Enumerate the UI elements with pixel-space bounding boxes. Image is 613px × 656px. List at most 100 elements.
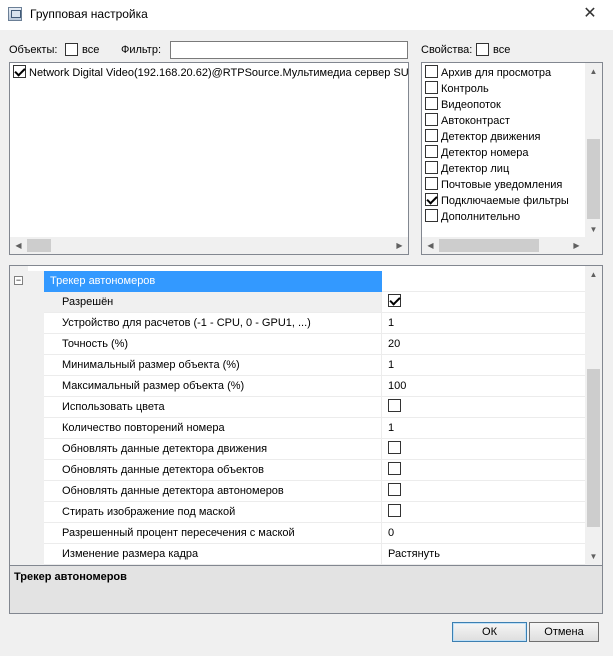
scroll-corner xyxy=(585,237,602,254)
grid-property-value[interactable]: 20 xyxy=(382,334,585,355)
grid-property-value[interactable] xyxy=(382,460,585,481)
scroll-up-arrow-icon[interactable]: ▲ xyxy=(585,266,602,283)
property-item-label: Автоконтраст xyxy=(441,115,510,127)
property-item-label: Детектор движения xyxy=(441,131,541,143)
grid-property-value[interactable]: 1 xyxy=(382,313,585,334)
grid-property-row[interactable]: Точность (%) 20 xyxy=(28,334,585,355)
grid-value-checkbox[interactable] xyxy=(388,462,401,475)
grid-property-value[interactable] xyxy=(382,439,585,460)
grid-property-row[interactable]: Обновлять данные детектора объектов xyxy=(28,460,585,481)
objects-horizontal-scrollbar[interactable]: ◀ ▶ xyxy=(10,237,408,254)
scrollbar-thumb[interactable] xyxy=(27,239,51,252)
grid-property-value[interactable]: 1 xyxy=(382,418,585,439)
property-item-checkbox[interactable] xyxy=(425,129,438,142)
grid-value-checkbox[interactable] xyxy=(388,483,401,496)
property-list-item[interactable]: Контроль xyxy=(425,81,489,97)
property-item-checkbox[interactable] xyxy=(425,65,438,78)
properties-horizontal-scrollbar[interactable]: ◀ ▶ xyxy=(422,237,585,254)
property-list-item[interactable]: Детектор номера xyxy=(425,145,528,161)
property-item-checkbox[interactable] xyxy=(425,145,438,158)
grid-property-value[interactable]: 1 xyxy=(382,355,585,376)
close-button[interactable]: ✕ xyxy=(567,0,613,30)
ok-button[interactable]: ОК xyxy=(452,622,527,642)
grid-property-value[interactable] xyxy=(382,502,585,523)
filter-input[interactable] xyxy=(170,41,408,59)
grid-property-row[interactable]: Разрешенный процент пересечения с маской… xyxy=(28,523,585,544)
grid-property-name: Обновлять данные детектора движения xyxy=(44,439,382,460)
grid-property-value[interactable]: 0 xyxy=(382,523,585,544)
property-item-label: Детектор лиц xyxy=(441,163,510,175)
property-list-item[interactable]: Дополнительно xyxy=(425,209,520,225)
grid-value-checkbox[interactable] xyxy=(388,441,401,454)
grid-property-row[interactable]: Максимальный размер объекта (%) 100 xyxy=(28,376,585,397)
grid-property-row[interactable]: Обновлять данные детектора автономеров xyxy=(28,481,585,502)
property-item-label: Детектор номера xyxy=(441,147,529,159)
grid-property-row[interactable]: Устройство для расчетов (-1 - CPU, 0 - G… xyxy=(28,313,585,334)
property-list-item[interactable]: Подключаемые фильтры xyxy=(425,193,569,209)
grid-property-row[interactable]: Использовать цвета xyxy=(28,397,585,418)
checkbox-box[interactable] xyxy=(476,43,489,56)
grid-value-checkbox[interactable] xyxy=(388,399,401,412)
scroll-down-arrow-icon[interactable]: ▼ xyxy=(585,548,602,565)
property-list-item[interactable]: Детектор лиц xyxy=(425,161,509,177)
grid-vertical-scrollbar[interactable]: ▲ ▼ xyxy=(585,266,602,565)
grid-property-row[interactable]: Стирать изображение под маской xyxy=(28,502,585,523)
cancel-button[interactable]: Отмена xyxy=(529,622,599,642)
grid-property-row[interactable]: Количество повторений номера 1 xyxy=(28,418,585,439)
description-title: Трекер автономеров xyxy=(14,571,127,583)
grid-property-row[interactable]: Разрешён xyxy=(28,292,585,313)
properties-all-label: все xyxy=(493,44,511,56)
grid-property-name: Обновлять данные детектора объектов xyxy=(44,460,382,481)
properties-vertical-scrollbar[interactable]: ▲ ▼ xyxy=(585,63,602,238)
scroll-down-arrow-icon[interactable]: ▼ xyxy=(585,221,602,238)
scroll-left-arrow-icon[interactable]: ◀ xyxy=(422,237,439,254)
property-list-item[interactable]: Детектор движения xyxy=(425,129,540,145)
property-list-item[interactable]: Архив для просмотра xyxy=(425,65,551,81)
grid-property-name: Разрешён xyxy=(44,292,382,313)
grid-property-name: Количество повторений номера xyxy=(44,418,382,439)
object-item-checkbox[interactable] xyxy=(13,65,26,78)
scroll-up-arrow-icon[interactable]: ▲ xyxy=(585,63,602,80)
grid-property-row[interactable]: Минимальный размер объекта (%) 1 xyxy=(28,355,585,376)
scroll-right-arrow-icon[interactable]: ▶ xyxy=(391,237,408,254)
properties-all-checkbox[interactable] xyxy=(476,43,489,56)
objects-all-label: все xyxy=(82,44,100,56)
grid-property-value[interactable] xyxy=(382,292,585,313)
grid-property-value[interactable] xyxy=(382,481,585,502)
property-item-checkbox[interactable] xyxy=(425,161,438,174)
property-item-label: Почтовые уведомления xyxy=(441,179,563,191)
scrollbar-thumb[interactable] xyxy=(439,239,539,252)
scrollbar-thumb[interactable] xyxy=(587,139,600,219)
grid-property-row[interactable]: Изменение размера кадра Растянуть xyxy=(28,544,585,565)
scroll-right-arrow-icon[interactable]: ▶ xyxy=(568,237,585,254)
checkbox-box[interactable] xyxy=(65,43,78,56)
title-bar: Групповая настройка ✕ xyxy=(0,0,613,30)
objects-all-checkbox[interactable] xyxy=(65,43,78,56)
grid-category-row[interactable]: Трекер автономеров xyxy=(28,271,585,292)
object-list-item[interactable]: Network Digital Video(192.168.20.62)@RTP… xyxy=(13,65,408,81)
property-item-checkbox[interactable] xyxy=(425,193,438,206)
description-panel: Трекер автономеров xyxy=(9,566,603,614)
property-list-item[interactable]: Автоконтраст xyxy=(425,113,510,129)
property-item-checkbox[interactable] xyxy=(425,97,438,110)
property-item-checkbox[interactable] xyxy=(425,81,438,94)
grid-property-value[interactable]: 100 xyxy=(382,376,585,397)
property-list-item[interactable]: Видеопоток xyxy=(425,97,501,113)
grid-property-row[interactable]: Обновлять данные детектора движения xyxy=(28,439,585,460)
grid-property-value[interactable]: Растянуть xyxy=(382,544,585,565)
grid-property-name: Точность (%) xyxy=(44,334,382,355)
property-item-checkbox[interactable] xyxy=(425,209,438,222)
property-list-item[interactable]: Почтовые уведомления xyxy=(425,177,562,193)
scroll-left-arrow-icon[interactable]: ◀ xyxy=(10,237,27,254)
grid-property-name: Разрешенный процент пересечения с маской xyxy=(44,523,382,544)
objects-label: Объекты: xyxy=(9,44,58,56)
grid-property-name: Обновлять данные детектора автономеров xyxy=(44,481,382,502)
collapse-icon[interactable]: − xyxy=(14,276,23,285)
property-item-checkbox[interactable] xyxy=(425,113,438,126)
grid-property-value[interactable] xyxy=(382,397,585,418)
grid-value-checkbox[interactable] xyxy=(388,504,401,517)
grid-value-checkbox[interactable] xyxy=(388,294,401,307)
filter-label: Фильтр: xyxy=(121,44,162,56)
scrollbar-thumb[interactable] xyxy=(587,369,600,527)
property-item-checkbox[interactable] xyxy=(425,177,438,190)
